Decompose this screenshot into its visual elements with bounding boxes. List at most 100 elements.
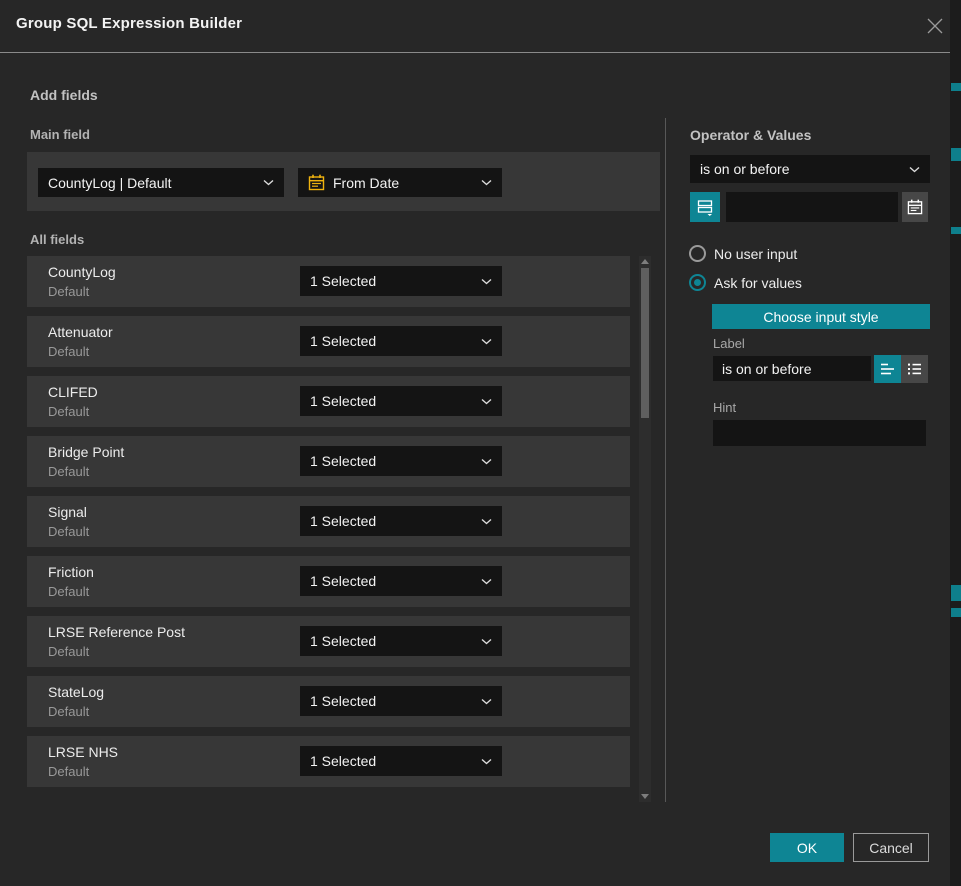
field-selected-value: 1 Selected bbox=[310, 333, 481, 349]
stacked-values-icon bbox=[696, 198, 714, 217]
field-subtitle: Default bbox=[48, 764, 89, 779]
section-title: Add fields bbox=[30, 87, 98, 103]
background-fragment bbox=[951, 83, 961, 91]
field-selected-value: 1 Selected bbox=[310, 513, 481, 529]
scrollbar-thumb[interactable] bbox=[641, 268, 649, 418]
operator-values-title: Operator & Values bbox=[690, 127, 811, 143]
operator-value: is on or before bbox=[700, 161, 909, 177]
field-subtitle: Default bbox=[48, 524, 89, 539]
background-fragment bbox=[951, 585, 961, 601]
background-fragment bbox=[951, 148, 961, 161]
field-name: Attenuator bbox=[48, 324, 113, 340]
background-fragment bbox=[951, 608, 961, 617]
chevron-down-icon bbox=[481, 458, 492, 465]
chevron-down-icon bbox=[481, 758, 492, 765]
field-selected-select[interactable]: 1 Selected bbox=[300, 386, 502, 416]
field-name: Signal bbox=[48, 504, 87, 520]
main-field-panel: CountyLog | Default From Date bbox=[27, 152, 660, 211]
field-subtitle: Default bbox=[48, 284, 89, 299]
label-caption: Label bbox=[713, 336, 745, 351]
radio-ask-for-values-label: Ask for values bbox=[714, 275, 802, 291]
field-subtitle: Default bbox=[48, 344, 89, 359]
all-fields-label: All fields bbox=[30, 232, 84, 247]
panel-divider bbox=[665, 118, 666, 802]
main-field-date-select[interactable]: From Date bbox=[298, 168, 502, 197]
value-input[interactable] bbox=[726, 192, 898, 222]
chevron-down-icon bbox=[481, 398, 492, 405]
fields-list-scrollbar[interactable] bbox=[639, 256, 651, 802]
app-background-sliver bbox=[950, 0, 961, 886]
calendar-picker-button[interactable] bbox=[902, 192, 928, 222]
field-row: StateLog Default 1 Selected bbox=[27, 676, 630, 727]
radio-circle-checked-icon bbox=[689, 274, 706, 291]
field-subtitle: Default bbox=[48, 644, 89, 659]
chevron-down-icon bbox=[481, 698, 492, 705]
field-row: LRSE Reference Post Default 1 Selected bbox=[27, 616, 630, 667]
radio-ask-for-values[interactable]: Ask for values bbox=[689, 274, 802, 291]
field-selected-value: 1 Selected bbox=[310, 273, 481, 289]
radio-no-user-input[interactable]: No user input bbox=[689, 245, 797, 262]
field-selected-value: 1 Selected bbox=[310, 453, 481, 469]
calendar-icon bbox=[308, 174, 325, 191]
field-name: CountyLog bbox=[48, 264, 116, 280]
field-name: LRSE Reference Post bbox=[48, 624, 185, 640]
radio-circle-icon bbox=[689, 245, 706, 262]
field-selected-select[interactable]: 1 Selected bbox=[300, 626, 502, 656]
chevron-down-icon bbox=[481, 278, 492, 285]
chevron-down-icon bbox=[481, 338, 492, 345]
main-field-source-value: CountyLog | Default bbox=[48, 175, 263, 191]
unique-values-button[interactable] bbox=[690, 192, 720, 222]
field-name: Friction bbox=[48, 564, 94, 580]
chevron-down-icon bbox=[481, 578, 492, 585]
field-selected-value: 1 Selected bbox=[310, 633, 481, 649]
radio-no-user-input-label: No user input bbox=[714, 246, 797, 262]
field-row: CLIFED Default 1 Selected bbox=[27, 376, 630, 427]
field-name: Bridge Point bbox=[48, 444, 124, 460]
hint-caption: Hint bbox=[713, 400, 736, 415]
field-row: Signal Default 1 Selected bbox=[27, 496, 630, 547]
close-button[interactable] bbox=[922, 13, 948, 39]
ok-button[interactable]: OK bbox=[770, 833, 844, 862]
align-left-icon bbox=[880, 362, 896, 376]
field-subtitle: Default bbox=[48, 464, 89, 479]
field-selected-select[interactable]: 1 Selected bbox=[300, 266, 502, 296]
field-row: Friction Default 1 Selected bbox=[27, 556, 630, 607]
field-selected-select[interactable]: 1 Selected bbox=[300, 326, 502, 356]
field-selected-value: 1 Selected bbox=[310, 693, 481, 709]
chevron-down-icon bbox=[481, 638, 492, 645]
list-icon bbox=[907, 362, 923, 376]
choose-input-style-button[interactable]: Choose input style bbox=[712, 304, 930, 329]
main-field-source-select[interactable]: CountyLog | Default bbox=[38, 168, 284, 197]
field-selected-select[interactable]: 1 Selected bbox=[300, 686, 502, 716]
field-selected-select[interactable]: 1 Selected bbox=[300, 566, 502, 596]
field-selected-select[interactable]: 1 Selected bbox=[300, 746, 502, 776]
main-field-date-value: From Date bbox=[333, 175, 481, 191]
field-row: CountyLog Default 1 Selected bbox=[27, 256, 630, 307]
chevron-down-icon bbox=[909, 166, 920, 173]
scrollbar-up-arrow-icon[interactable] bbox=[641, 259, 649, 264]
chevron-down-icon bbox=[481, 518, 492, 525]
title-bar: Group SQL Expression Builder bbox=[0, 0, 950, 53]
field-selected-value: 1 Selected bbox=[310, 393, 481, 409]
field-selected-select[interactable]: 1 Selected bbox=[300, 446, 502, 476]
calendar-icon bbox=[907, 199, 923, 215]
field-subtitle: Default bbox=[48, 704, 89, 719]
label-input[interactable] bbox=[713, 356, 871, 381]
field-subtitle: Default bbox=[48, 404, 89, 419]
field-name: CLIFED bbox=[48, 384, 98, 400]
field-name: LRSE NHS bbox=[48, 744, 118, 760]
chevron-down-icon bbox=[263, 179, 274, 186]
dialog-surface: Group SQL Expression Builder Add fields … bbox=[0, 0, 950, 886]
cancel-button[interactable]: Cancel bbox=[853, 833, 929, 862]
field-selected-value: 1 Selected bbox=[310, 573, 481, 589]
operator-select[interactable]: is on or before bbox=[690, 155, 930, 183]
group-sql-expression-builder-dialog: Group SQL Expression Builder Add fields … bbox=[0, 0, 961, 886]
field-name: StateLog bbox=[48, 684, 104, 700]
field-row: Attenuator Default 1 Selected bbox=[27, 316, 630, 367]
list-style-button[interactable] bbox=[901, 355, 928, 383]
field-selected-select[interactable]: 1 Selected bbox=[300, 506, 502, 536]
hint-input[interactable] bbox=[713, 420, 926, 446]
field-row: LRSE NHS Default 1 Selected bbox=[27, 736, 630, 787]
single-line-style-button[interactable] bbox=[874, 355, 901, 383]
scrollbar-down-arrow-icon[interactable] bbox=[641, 794, 649, 799]
